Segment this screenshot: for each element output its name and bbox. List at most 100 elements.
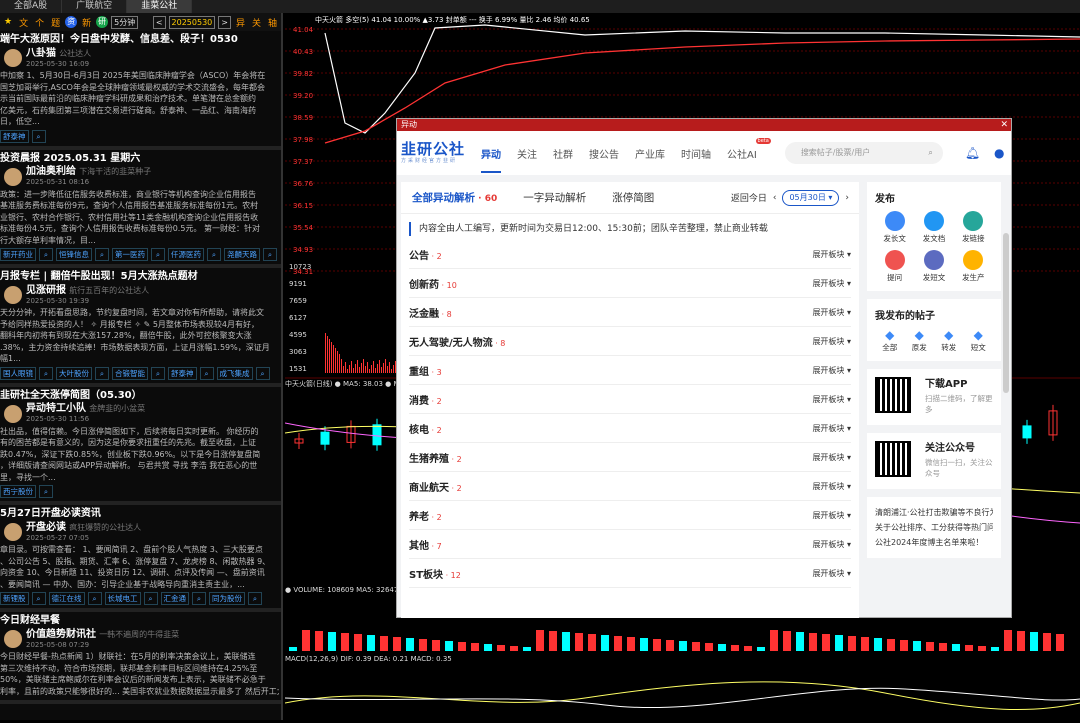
bell-icon[interactable]: 🔔︎	[965, 146, 980, 160]
post-card[interactable]: 韭研社全天涨停简图（05.30） 异动特工小队 金牌韭的小盆菜 2025-05-…	[0, 387, 281, 505]
expand-sector-button[interactable]: 展开板块 ▾	[812, 394, 851, 405]
stock-tag[interactable]: 合锻智能	[112, 366, 148, 380]
sector-row[interactable]: 创新药 · 10 展开板块 ▾	[409, 269, 851, 298]
search-icon[interactable]: ⌕	[39, 366, 53, 380]
my-post-filter[interactable]: ◆ 原发	[905, 328, 935, 353]
star-icon[interactable]: ★	[2, 17, 14, 27]
subtab-all[interactable]: 全部异动解析 · 60	[412, 190, 497, 205]
post-title[interactable]: 投资晨报 2025.05.31 星期六	[0, 152, 279, 165]
search-input[interactable]: 搜索帖子/股票/用户 ⌕	[784, 142, 943, 164]
stock-tag[interactable]: 舒泰神	[168, 366, 197, 380]
toolbar-btn-yi[interactable]: 异	[234, 16, 247, 29]
post-card[interactable]: 5月27日开盘必读资讯 开盘必读 疯狂爆赞的公社达人 2025-05-27 07…	[0, 505, 281, 612]
search-icon[interactable]: ⌕	[31, 129, 46, 143]
stock-tag[interactable]: 汇金通	[160, 592, 189, 605]
date-field[interactable]: 20250530	[168, 15, 216, 29]
stock-tag[interactable]: 大叶股份	[56, 366, 92, 380]
news-link[interactable]: 清朗浦江·公社打击欺骗等不良行为专	[875, 505, 993, 520]
expand-sector-button[interactable]: 展开板块 ▾	[812, 278, 851, 289]
sector-row[interactable]: 无人驾驶/无人物流 · 8 展开板块 ▾	[409, 327, 851, 356]
publish-item[interactable]: 发文档	[914, 211, 953, 244]
author-name[interactable]: 价值趋势财讯社	[26, 629, 96, 640]
post-title[interactable]: 端午大涨原因！今日盘中发酵、信息差、段子！0530	[0, 33, 279, 46]
search-icon[interactable]: ⌕	[31, 592, 46, 605]
search-icon[interactable]: ⌕	[95, 248, 109, 261]
badge-zi[interactable]: 资	[65, 16, 78, 28]
news-link[interactable]: 关于公社排序、工分获得等热门问题	[875, 520, 993, 535]
chevron-right-icon[interactable]: ›	[845, 193, 849, 203]
subtab-yizi[interactable]: 一字异动解析	[523, 190, 586, 205]
nav-sougonggao[interactable]: 搜公告	[589, 146, 619, 161]
tab-jiucai[interactable]: 韭菜公社	[127, 0, 193, 13]
post-title[interactable]: 5月27日开盘必读资讯	[0, 507, 279, 520]
interval-select[interactable]: 5分钟	[111, 15, 139, 29]
post-card[interactable]: 今日财经早餐 价值趋势财讯社 一韩不遍周的牛得韭菜 2025-05-08 07:…	[0, 612, 281, 704]
nav-yidong[interactable]: 异动	[481, 146, 502, 173]
publish-item[interactable]: 发生产	[954, 250, 993, 283]
stock-tag[interactable]: 恒锋信息	[56, 248, 92, 261]
nav-chanyeku[interactable]: 产业库	[635, 146, 665, 161]
next-date-button[interactable]: >	[218, 15, 231, 29]
stock-tag[interactable]: 新锂股	[0, 592, 29, 605]
author-name[interactable]: 见涨研报	[26, 285, 66, 296]
expand-sector-button[interactable]: 展开板块 ▾	[812, 539, 851, 550]
author-name[interactable]: 异动特工小队	[26, 403, 86, 414]
search-icon[interactable]: ⌕	[255, 366, 270, 380]
search-icon[interactable]: ⌕	[87, 592, 102, 605]
my-post-filter[interactable]: ◆ 全部	[875, 328, 905, 353]
sector-row[interactable]: 其他 · 7 展开板块 ▾	[409, 530, 851, 559]
stock-tag[interactable]: 舒泰神	[0, 129, 29, 143]
stock-tag[interactable]: 第一医药	[112, 248, 148, 261]
subtab-zhangting[interactable]: 涨停简图	[612, 190, 654, 205]
sector-row[interactable]: 重组 · 3 展开板块 ▾	[409, 356, 851, 385]
nav-shequn[interactable]: 社群	[553, 146, 573, 161]
expand-sector-button[interactable]: 展开板块 ▾	[812, 365, 851, 376]
news-link[interactable]: 公社2024年度博主名单来啦！	[875, 535, 993, 550]
post-title[interactable]: 今日财经早餐	[0, 614, 279, 627]
publish-item[interactable]: 发短文	[914, 250, 953, 283]
back-today-button[interactable]: 返回今日	[731, 191, 767, 204]
avatar[interactable]	[4, 404, 22, 423]
avatar[interactable]	[4, 630, 22, 648]
sector-row[interactable]: 消费 · 2 展开板块 ▾	[409, 385, 851, 414]
avatar[interactable]	[4, 167, 22, 186]
sector-row[interactable]: 养老 · 2 展开板块 ▾	[409, 501, 851, 530]
toolbar-btn-guan[interactable]: 关	[250, 16, 263, 29]
nav-guanzhu[interactable]: 关注	[517, 146, 537, 161]
stock-tag[interactable]: 同为股份	[209, 592, 245, 605]
site-logo[interactable]: 韭研公社 方采财经官方韭研	[401, 142, 465, 165]
post-title[interactable]: 韭研社全天涨停简图（05.30）	[0, 389, 279, 402]
sector-row[interactable]: 商业航天 · 2 展开板块 ▾	[409, 472, 851, 501]
toolbar-btn-ge[interactable]: 个	[33, 16, 46, 29]
search-icon[interactable]: ⌕	[207, 248, 221, 261]
expand-sector-button[interactable]: 展开板块 ▾	[812, 452, 851, 463]
sector-row[interactable]: 泛金融 · 8 展开板块 ▾	[409, 298, 851, 327]
scrollbar[interactable]	[1003, 233, 1009, 393]
sector-row[interactable]: 生猪养殖 · 2 展开板块 ▾	[409, 443, 851, 472]
my-post-filter[interactable]: ◆ 转发	[934, 328, 964, 353]
stock-tag[interactable]: 新开药业	[0, 248, 36, 261]
author-name[interactable]: 八卦猫	[26, 48, 56, 59]
chevron-left-icon[interactable]: ‹	[773, 193, 777, 203]
search-icon[interactable]: ⌕	[39, 248, 53, 261]
avatar[interactable]	[4, 49, 22, 67]
badge-yan[interactable]: 研	[96, 16, 109, 28]
author-name[interactable]: 加油奥利给	[26, 166, 76, 177]
sector-row[interactable]: 公告 · 2 展开板块 ▾	[409, 240, 851, 269]
post-title[interactable]: 月报专栏 | 翻倍牛股出现！5月大涨热点题材	[0, 270, 279, 283]
expand-sector-button[interactable]: 展开板块 ▾	[812, 568, 851, 579]
expand-sector-button[interactable]: 展开板块 ▾	[812, 307, 851, 318]
my-post-filter[interactable]: ◆ 短文	[964, 328, 994, 353]
stock-tag[interactable]: 仟源医药	[168, 248, 204, 261]
nav-shijianzhou[interactable]: 时间轴	[681, 146, 711, 161]
post-card[interactable]: 端午大涨原因！今日盘中发酵、信息差、段子！0530 八卦猫 公社达人 2025-…	[0, 31, 281, 150]
publish-item[interactable]: 提问	[875, 250, 914, 283]
author-name[interactable]: 开盘必读	[26, 522, 66, 533]
sector-row[interactable]: 核电 · 2 展开板块 ▾	[409, 414, 851, 443]
stock-tag[interactable]: 成飞集成	[216, 366, 253, 380]
publish-item[interactable]: 发链接	[954, 211, 993, 244]
toolbar-btn-xin[interactable]: 新	[80, 16, 93, 29]
search-icon[interactable]: ⌕	[95, 366, 109, 380]
sector-row[interactable]: ST板块 · 12 展开板块 ▾	[409, 559, 851, 588]
search-icon[interactable]: ⌕	[39, 485, 53, 498]
